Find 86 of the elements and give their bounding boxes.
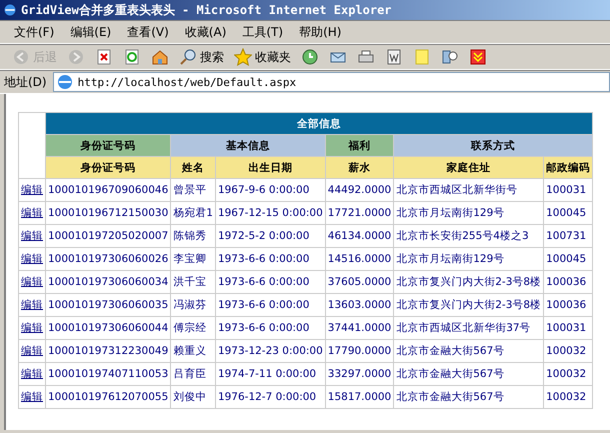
- table-cell: 北京市复兴门内大街2-3号8楼: [394, 294, 544, 316]
- table-cell: 刘俊中: [170, 386, 216, 408]
- table-cell: 37441.0000: [325, 316, 394, 340]
- table-cell: 100010196712150030: [46, 202, 171, 224]
- table-cell: 100032: [544, 340, 593, 362]
- table-cell: 17721.0000: [325, 202, 394, 224]
- table-cell: 北京市金融大街567号: [394, 340, 544, 362]
- table-cell: 13603.0000: [325, 294, 394, 316]
- table-cell: 1973-6-6 0:00:00: [215, 270, 326, 294]
- table-cell: 44492.0000: [325, 178, 394, 202]
- table-cell: 杨宛君1: [170, 202, 216, 224]
- menu-item[interactable]: 收藏(A): [178, 22, 232, 42]
- table-cell: 14516.0000: [325, 248, 394, 270]
- column-header: 出生日期: [215, 156, 326, 178]
- table-cell: 北京市月坛南街129号: [394, 202, 544, 224]
- table-cell: 李宝卿: [170, 248, 216, 270]
- table-cell: 曾景平: [170, 178, 216, 202]
- table-cell: 15817.0000: [325, 386, 394, 408]
- table-cell: 陈锦秀: [170, 224, 216, 248]
- table-cell: 北京市西城区北新华街号: [394, 178, 544, 202]
- table-cell: 100036: [544, 294, 593, 316]
- column-header: 薪水: [325, 156, 394, 178]
- table-cell: 北京市复兴门内大街2-3号8楼: [394, 270, 544, 294]
- table-cell: 100010197306060026: [46, 248, 171, 270]
- column-header: 家庭住址: [394, 156, 544, 178]
- table-cell: 吕育臣: [170, 362, 216, 386]
- table-cell: 100010196709060046: [46, 178, 171, 202]
- table-cell: 46134.0000: [325, 224, 394, 248]
- table-cell: 100010197612070055: [46, 386, 171, 408]
- table-cell: 17790.0000: [325, 340, 394, 362]
- address-label: 地址(D): [4, 74, 47, 90]
- search-icon: [179, 48, 197, 66]
- window-title: GridView合并多重表头表头 - Microsoft Internet Explorer: [21, 2, 392, 18]
- table-cell: 北京市金融大街567号: [394, 386, 544, 408]
- table-cell: 100031: [544, 178, 593, 202]
- column-header: 邮政编码: [544, 156, 593, 178]
- table-cell: 傅宗经: [170, 316, 216, 340]
- table-cell: 100045: [544, 248, 593, 270]
- table-cell: 100010197306060044: [46, 316, 171, 340]
- table-cell: 1973-6-6 0:00:00: [215, 316, 326, 340]
- star-icon: [234, 48, 252, 66]
- table-cell: 100032: [544, 386, 593, 408]
- menu-item[interactable]: 帮助(H): [293, 22, 348, 42]
- table-cell: 冯淑芬: [170, 294, 216, 316]
- column-header: 姓名: [170, 156, 216, 178]
- table-header: 身份证号码: [46, 134, 171, 156]
- table-cell: 100010197306060034: [46, 270, 171, 294]
- table-header: 基本信息: [170, 134, 326, 156]
- table-cell: 北京市长安街255号4楼之3: [394, 224, 544, 248]
- table-cell: 100031: [544, 316, 593, 340]
- table-cell: 赖重义: [170, 340, 216, 362]
- table-cell: 北京市西城区北新华街37号: [394, 316, 544, 340]
- table-cell: 1974-7-11 0:00:00: [215, 362, 326, 386]
- table-cell: 1973-6-6 0:00:00: [215, 294, 326, 316]
- table-cell: 1973-12-23 0:00:00: [215, 340, 326, 362]
- table-cell: 北京市金融大街567号: [394, 362, 544, 386]
- table-cell: 100036: [544, 270, 593, 294]
- browser-icon: [3, 3, 17, 17]
- table-cell: 100032: [544, 362, 593, 386]
- table-cell: 100045: [544, 202, 593, 224]
- table-cell: 100010197312230049: [46, 340, 171, 362]
- menu-item[interactable]: 查看(V): [121, 22, 175, 42]
- table-header: 福利: [325, 134, 394, 156]
- table-header: 联系方式: [394, 134, 593, 156]
- table-cell: 1967-12-15 0:00:00: [215, 202, 326, 224]
- table-cell: 100010197306060035: [46, 294, 171, 316]
- table-cell: 1972-5-2 0:00:00: [215, 224, 326, 248]
- table-cell: 北京市月坛南街129号: [394, 248, 544, 270]
- table-cell: 100010197407110053: [46, 362, 171, 386]
- table-cell: 1976-12-7 0:00:00: [215, 386, 326, 408]
- table-header: 全部信息: [46, 112, 593, 134]
- column-header: 身份证号码: [46, 156, 171, 178]
- address-field[interactable]: http://localhost/web/Default.aspx: [52, 72, 610, 92]
- table-cell: 1967-9-6 0:00:00: [215, 178, 326, 202]
- table-cell: 37605.0000: [325, 270, 394, 294]
- table-cell: 100731: [544, 224, 593, 248]
- menu-item[interactable]: 编辑(E): [64, 22, 118, 42]
- table-cell: 洪千宝: [170, 270, 216, 294]
- menu-item[interactable]: 文件(F): [8, 22, 60, 42]
- table-cell: 100010197205020007: [46, 224, 171, 248]
- toolbar-button[interactable]: 搜索: [175, 47, 228, 67]
- toolbar-button[interactable]: 收藏夹: [230, 47, 295, 67]
- page-icon: [56, 73, 74, 91]
- menu-item[interactable]: 工具(T): [236, 22, 290, 42]
- table-cell: 1973-6-6 0:00:00: [215, 248, 326, 270]
- table-cell: 33297.0000: [325, 362, 394, 386]
